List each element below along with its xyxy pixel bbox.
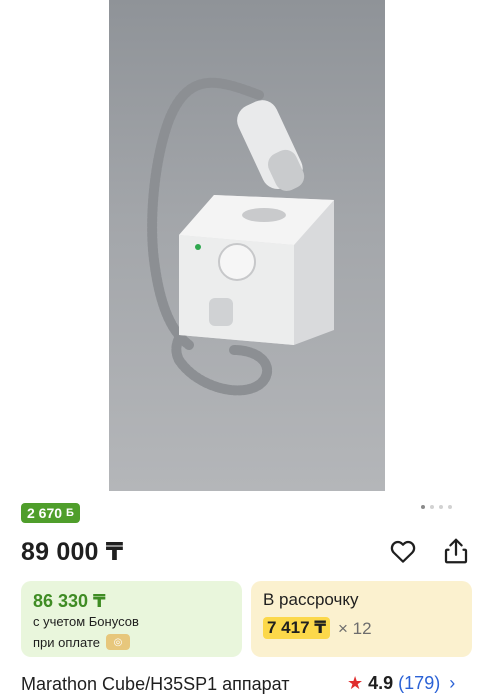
- installment-amount: 7 417 ₸: [263, 617, 331, 639]
- favorite-button[interactable]: [388, 536, 418, 566]
- share-icon: [444, 538, 468, 564]
- rating-score: 4.9: [368, 673, 394, 693]
- bonus-price: 86 330 ₸: [33, 591, 106, 611]
- installment-card[interactable]: В рассрочку 7 417 ₸ × 12: [251, 581, 472, 657]
- bonus-icon: Б: [66, 507, 74, 519]
- chevron-right-icon[interactable]: ›: [449, 673, 455, 694]
- product-gallery[interactable]: [0, 0, 493, 509]
- gallery-pagination: [421, 505, 452, 509]
- payment-method-icon: ◎: [105, 634, 130, 650]
- product-price: 89 000 ₸: [21, 538, 124, 566]
- bonus-price-note: с учетом Бонусов: [33, 614, 139, 629]
- bonus-payment-label: при оплате: [33, 634, 100, 650]
- gallery-dot[interactable]: [430, 505, 434, 509]
- product-title: Marathon Cube/H35SP1 аппарат: [21, 674, 290, 694]
- bonus-badge: 2 670 Б: [21, 503, 80, 523]
- bonus-price-card[interactable]: 86 330 ₸ с учетом Бонусов при оплате ◎: [21, 581, 242, 657]
- product-photo[interactable]: [109, 0, 385, 491]
- installment-label: В рассрочку: [263, 590, 359, 609]
- gallery-dot[interactable]: [439, 505, 443, 509]
- share-button[interactable]: [441, 536, 471, 566]
- product-rating[interactable]: ★ 4.9 (179) ›: [347, 673, 455, 694]
- bonus-payment-note: при оплате ◎: [33, 634, 130, 650]
- star-icon: ★: [347, 673, 364, 693]
- heart-icon: [390, 540, 416, 563]
- bonus-value: 2 670: [27, 505, 63, 521]
- gallery-dot[interactable]: [421, 505, 425, 509]
- review-count[interactable]: (179): [398, 673, 440, 694]
- installment-multiplier: × 12: [338, 619, 372, 638]
- gallery-dot[interactable]: [448, 505, 452, 509]
